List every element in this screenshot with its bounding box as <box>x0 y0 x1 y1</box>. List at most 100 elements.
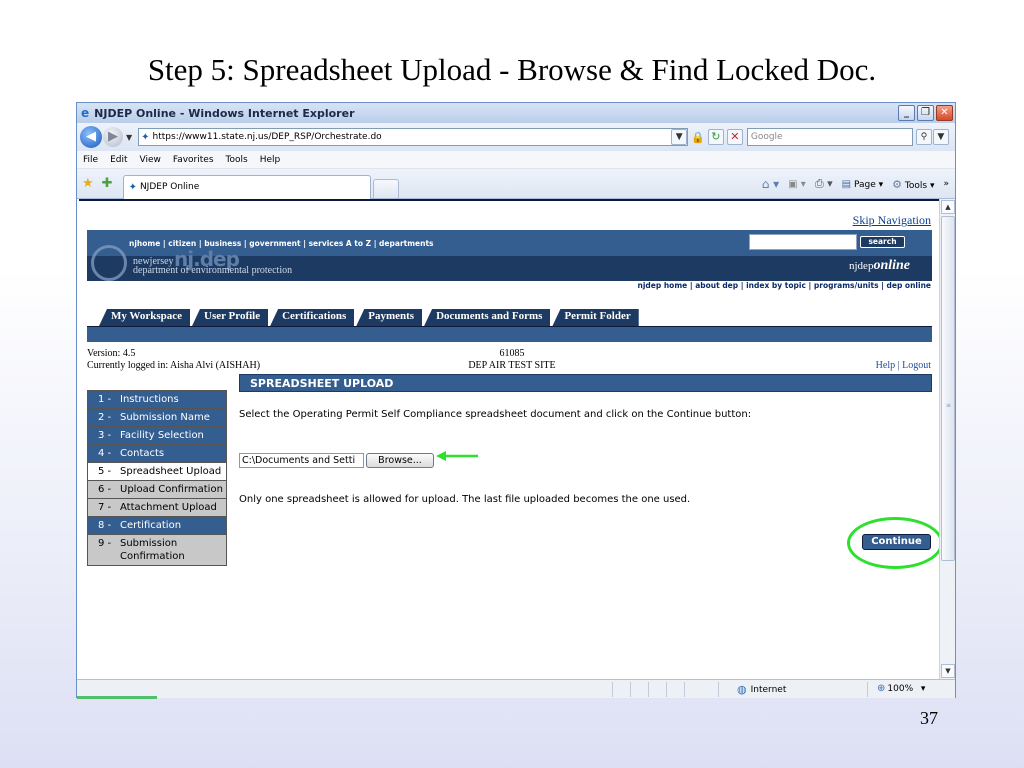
menu-favorites[interactable]: Favorites <box>173 155 214 165</box>
url-dropdown-icon[interactable]: ▼ <box>671 129 688 145</box>
upload-instructions: Select the Operating Permit Self Complia… <box>239 409 752 420</box>
feeds-icon[interactable]: ▣ ▾ <box>788 179 806 190</box>
menu-view[interactable]: View <box>140 155 161 165</box>
home-icon[interactable]: ⌂ ▾ <box>762 177 779 191</box>
restore-button[interactable]: ❐ <box>917 105 934 121</box>
history-dropdown-icon[interactable]: ▼ <box>126 133 132 142</box>
continue-button[interactable]: Continue <box>862 534 931 550</box>
slide-title: Step 5: Spreadsheet Upload - Browse & Fi… <box>147 52 877 87</box>
step-submission-name[interactable]: 2 - Submission Name <box>87 409 227 427</box>
step-number: 4 - <box>98 448 112 459</box>
scroll-grip-icon: ≡ <box>946 402 952 409</box>
file-path-input[interactable]: C:\Documents and Setti <box>239 453 364 468</box>
add-favorite-icon[interactable]: ✚ <box>102 176 113 191</box>
step-attachment-upload: 7 - Attachment Upload <box>87 499 227 517</box>
step-certification[interactable]: 8 - Certification <box>87 517 227 535</box>
zoom-level: 100% <box>887 683 914 694</box>
menu-help[interactable]: Help <box>260 155 281 165</box>
status-divider <box>630 682 631 697</box>
status-divider <box>666 682 667 697</box>
load-progress-bar <box>77 696 157 699</box>
step-instructions[interactable]: 1 - Instructions <box>87 390 227 409</box>
site-name: DEP AIR TEST SITE <box>468 360 556 371</box>
main-tabs: My Workspace User Profile Certifications… <box>99 309 639 326</box>
step-label: Submission Confirmation <box>120 538 185 562</box>
step-label: Contacts <box>120 448 165 459</box>
chevron-more-icon[interactable]: » <box>943 179 949 189</box>
step-number: 5 - <box>98 466 112 477</box>
page-menu-button[interactable]: ▤ Page ▾ <box>842 179 884 190</box>
minimize-button[interactable]: _ <box>898 105 915 121</box>
address-bar: ◀ ▶ ▼ ✦ https://www11.state.nj.us/DEP_RS… <box>77 123 955 151</box>
search-input[interactable]: Google <box>746 128 913 146</box>
session-info: Version: 4.5 Currently logged in: Aisha … <box>87 348 260 372</box>
menu-tools[interactable]: Tools <box>226 155 248 165</box>
security-zone[interactable]: ◍ Internet <box>737 683 786 696</box>
step-label: Spreadsheet Upload <box>120 466 222 477</box>
step-spreadsheet-upload: 5 - Spreadsheet Upload <box>87 463 227 481</box>
step-number: 7 - <box>98 502 112 513</box>
page-icon: ▤ <box>841 178 852 190</box>
upload-note: Only one spreadsheet is allowed for uplo… <box>239 494 691 505</box>
tab-permit-folder[interactable]: Permit Folder <box>552 309 639 326</box>
page-viewport: Skip Navigation njhome | citizen | busin… <box>79 199 939 679</box>
step-label: Upload Confirmation <box>120 484 223 495</box>
zoom-dropdown-icon: ▾ <box>915 683 926 694</box>
tab-my-workspace[interactable]: My Workspace <box>99 309 190 326</box>
new-tab-button[interactable] <box>372 178 399 199</box>
forward-button[interactable]: ▶ <box>103 127 123 147</box>
tab-documents-and-forms[interactable]: Documents and Forms <box>424 309 551 326</box>
search-options-icon[interactable]: ▼ <box>932 129 949 145</box>
tools-menu-button[interactable]: ⚙ Tools ▾ <box>892 178 934 191</box>
njdep-online-brand: njdeponline <box>849 258 910 274</box>
status-divider <box>648 682 649 697</box>
gear-icon: ⚙ <box>892 177 903 191</box>
menu-file[interactable]: File <box>83 155 98 165</box>
step-number: 8 - <box>98 520 112 531</box>
sub-navigation[interactable]: njdep home | about dep | index by topic … <box>638 281 932 290</box>
help-logout-links[interactable]: Help | Logout <box>876 360 931 371</box>
zoom-control[interactable]: ⊕ 100% ▾ <box>877 683 925 694</box>
scroll-up-icon[interactable]: ▲ <box>941 200 955 214</box>
scroll-down-icon[interactable]: ▼ <box>941 664 955 678</box>
window-titlebar: e NJDEP Online - Windows Internet Explor… <box>77 103 955 123</box>
status-divider <box>718 682 719 697</box>
close-button[interactable]: ✕ <box>936 105 953 121</box>
tab-user-profile[interactable]: User Profile <box>192 309 269 326</box>
brand-prefix: njdep <box>849 260 874 272</box>
search-icon[interactable]: ⚲ <box>915 129 932 145</box>
scroll-thumb[interactable]: ≡ <box>941 216 955 561</box>
site-search-button[interactable]: search <box>860 236 905 248</box>
version-text: Version: 4.5 <box>87 348 136 359</box>
skip-navigation-link[interactable]: Skip Navigation <box>853 213 931 228</box>
step-label: Instructions <box>120 394 179 405</box>
status-divider <box>612 682 613 697</box>
site-search-input[interactable] <box>749 234 857 250</box>
status-bar: ◍ Internet ⊕ 100% ▾ <box>77 679 955 699</box>
step-number: 3 - <box>98 430 112 441</box>
window-title: NJDEP Online - Windows Internet Explorer <box>94 106 355 120</box>
favorites-bar: ★ ✚ ✦ NJDEP Online ⌂ ▾ ▣ ▾ ⎙ ▾ ▤ Page ▾ … <box>77 169 955 199</box>
back-button[interactable]: ◀ <box>80 126 102 148</box>
green-arrow-icon <box>436 451 478 461</box>
print-icon[interactable]: ⎙ ▾ <box>815 177 833 191</box>
tab-certifications[interactable]: Certifications <box>270 309 355 326</box>
logged-in-text: Currently logged in: Aisha Alvi (AISHAH) <box>87 360 261 371</box>
step-submission-confirmation: 9 - Submission Confirmation <box>87 535 227 566</box>
vertical-scrollbar[interactable]: ▲ ≡ ▼ <box>939 199 955 679</box>
site-info: 61085 DEP AIR TEST SITE <box>452 348 572 372</box>
step-contacts[interactable]: 4 - Contacts <box>87 445 227 463</box>
tab-payments[interactable]: Payments <box>356 309 423 326</box>
menu-edit[interactable]: Edit <box>110 155 127 165</box>
tab-njdep-online[interactable]: ✦ NJDEP Online <box>122 174 371 199</box>
status-divider <box>867 682 868 697</box>
logo-text: newjersey department of environmental pr… <box>133 257 292 276</box>
stop-icon[interactable]: ✕ <box>726 129 743 145</box>
favorites-star-icon[interactable]: ★ <box>82 176 94 191</box>
url-field[interactable]: ✦ https://www11.state.nj.us/DEP_RSP/Orch… <box>138 128 689 146</box>
tab-title: NJDEP Online <box>139 182 200 192</box>
browse-button[interactable]: Browse... <box>366 453 434 468</box>
refresh-icon[interactable]: ↻ <box>707 129 724 145</box>
lock-icon[interactable]: 🔒 <box>691 131 705 144</box>
step-facility-selection[interactable]: 3 - Facility Selection <box>87 427 227 445</box>
